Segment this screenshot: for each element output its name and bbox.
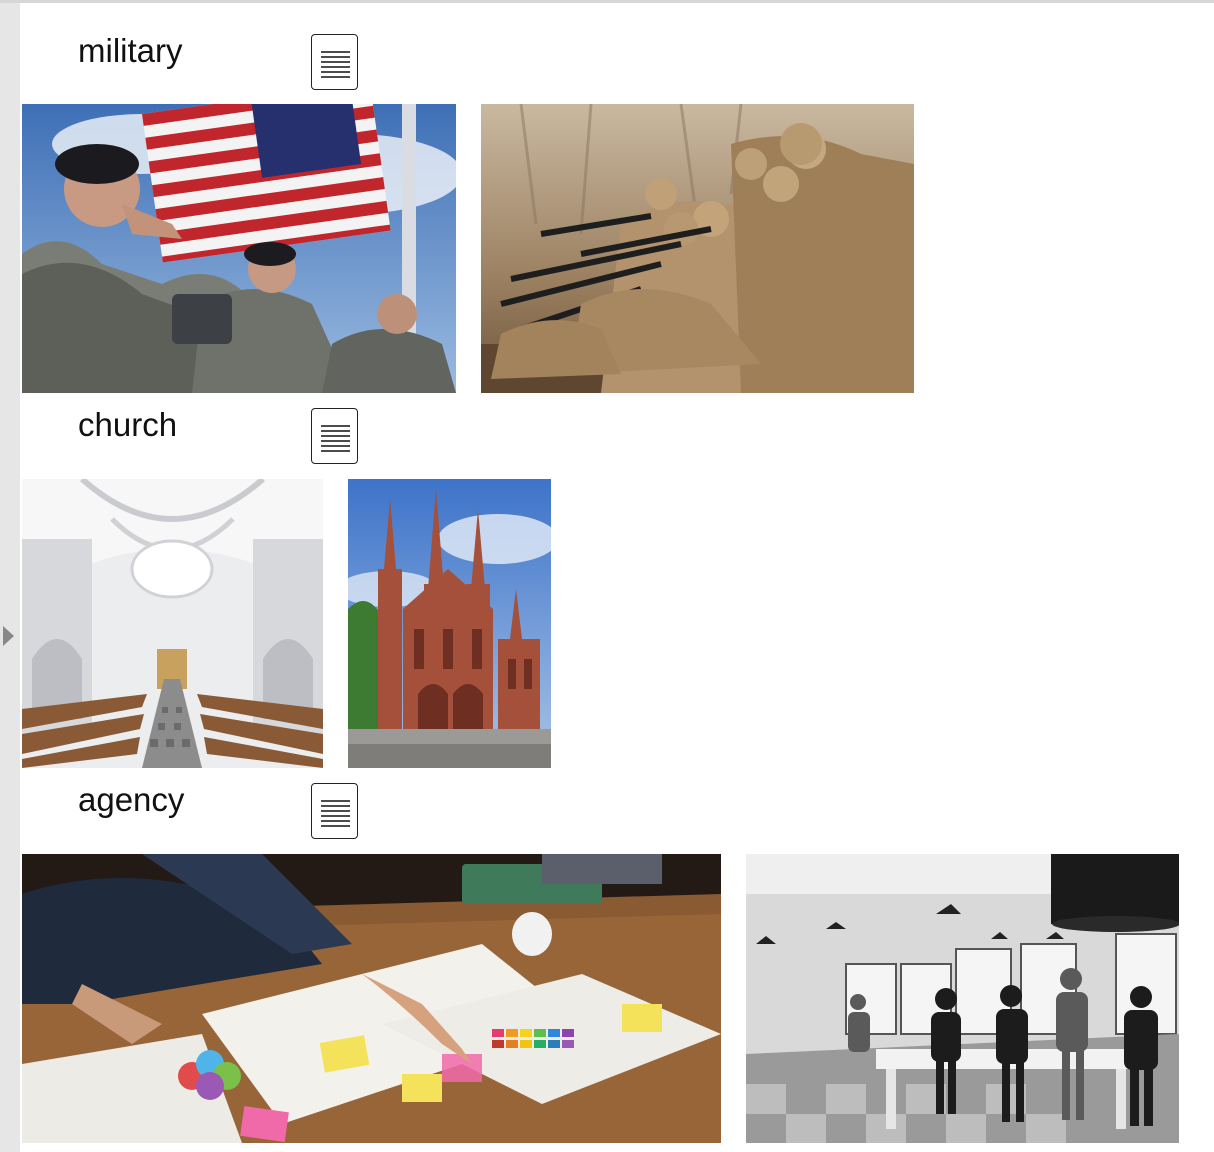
document-lines-icon [321, 800, 350, 827]
window-top-border [0, 0, 1214, 3]
military-salute-flag-image[interactable] [22, 104, 456, 393]
agency-desk-planning-image[interactable] [22, 854, 721, 1143]
section-title-church: church [78, 406, 178, 443]
church-gothic-exterior-image[interactable] [348, 479, 551, 768]
document-lines-icon [321, 51, 350, 78]
military-details-button[interactable] [311, 34, 358, 90]
agency-office-team-image[interactable] [746, 854, 1179, 1143]
document-lines-icon [321, 425, 350, 452]
agency-details-button[interactable] [311, 783, 358, 839]
military-soldiers-rifles-image[interactable] [481, 104, 914, 393]
section-title-military: military [78, 32, 183, 69]
left-panel-rail[interactable] [0, 3, 20, 1152]
section-title-agency: agency [78, 781, 185, 818]
expand-arrow-icon[interactable] [3, 626, 14, 646]
church-interior-image[interactable] [22, 479, 323, 768]
church-details-button[interactable] [311, 408, 358, 464]
